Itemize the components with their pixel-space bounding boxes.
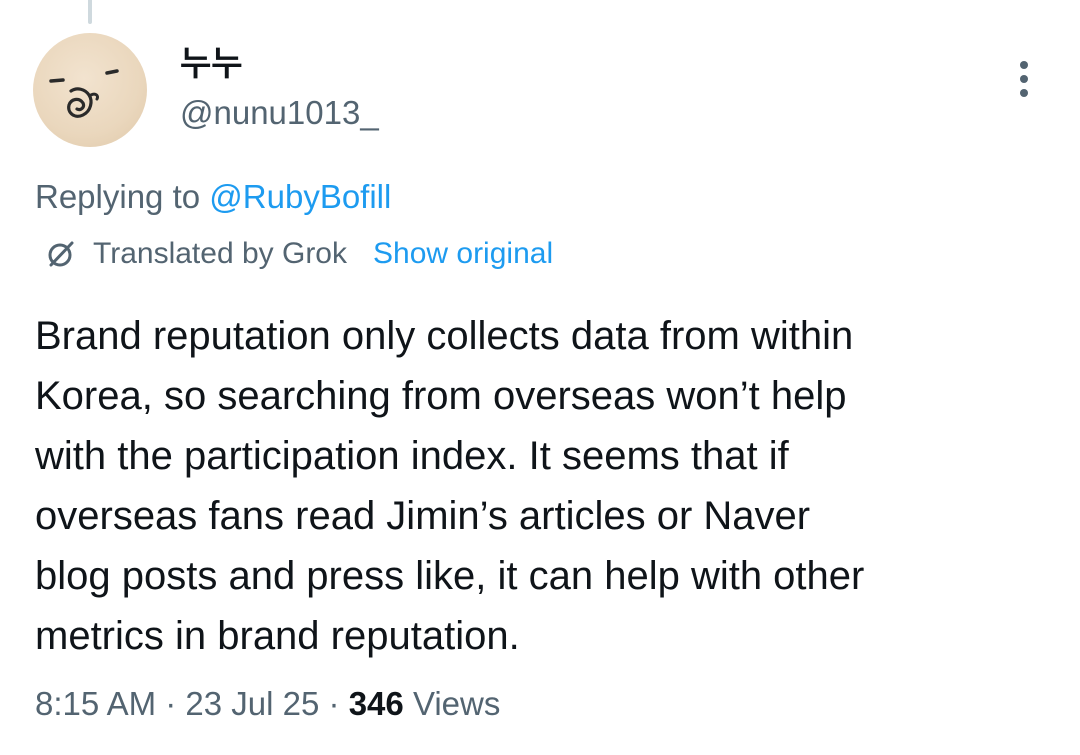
grok-icon	[48, 241, 74, 267]
meta-separator: ·	[328, 685, 340, 722]
tweet-text-line: Korea, so searching from overseas won’t …	[35, 374, 847, 418]
tweet-text-line: Brand reputation only collects data from…	[35, 314, 854, 358]
tweet-text-line: blog posts and press like, it can help w…	[35, 554, 865, 598]
avatar-drawing-icon	[49, 69, 119, 118]
translated-by-label: Translated by Grok	[93, 237, 347, 270]
replying-to-label: Replying to	[35, 178, 201, 215]
views-count[interactable]: 346	[349, 685, 404, 722]
tweet-text-line: overseas fans read Jimin’s articles or N…	[35, 494, 811, 538]
more-options-icon-dot	[1020, 75, 1028, 83]
tweet-metadata: 8:15 AM · 23 Jul 25 · 346 Views	[35, 684, 500, 724]
avatar[interactable]	[33, 33, 147, 147]
tweet-time[interactable]: 8:15 AM	[35, 685, 156, 722]
tweet-text-line: metrics in brand reputation.	[35, 614, 520, 658]
display-name[interactable]: 누누	[180, 44, 243, 84]
replying-to: Replying to @RubyBofill	[35, 177, 391, 217]
views-label: Views	[412, 685, 501, 722]
show-original-link[interactable]: Show original	[373, 235, 553, 273]
thread-connector-line	[88, 0, 92, 24]
more-options-icon-dot	[1020, 89, 1028, 97]
tweet-text: Brand reputation only collects data from…	[35, 306, 1045, 666]
translation-bar: Translated by Grok Show original	[45, 235, 553, 273]
tweet-text-line: with the participation index. It seems t…	[35, 434, 789, 478]
meta-separator: ·	[165, 685, 177, 722]
more-options-icon	[1020, 61, 1028, 69]
tweet-date[interactable]: 23 Jul 25	[185, 685, 319, 722]
more-options-button[interactable]	[1004, 57, 1044, 101]
user-handle[interactable]: @nunu1013_	[180, 93, 379, 133]
reply-mention-link[interactable]: @RubyBofill	[209, 178, 391, 215]
